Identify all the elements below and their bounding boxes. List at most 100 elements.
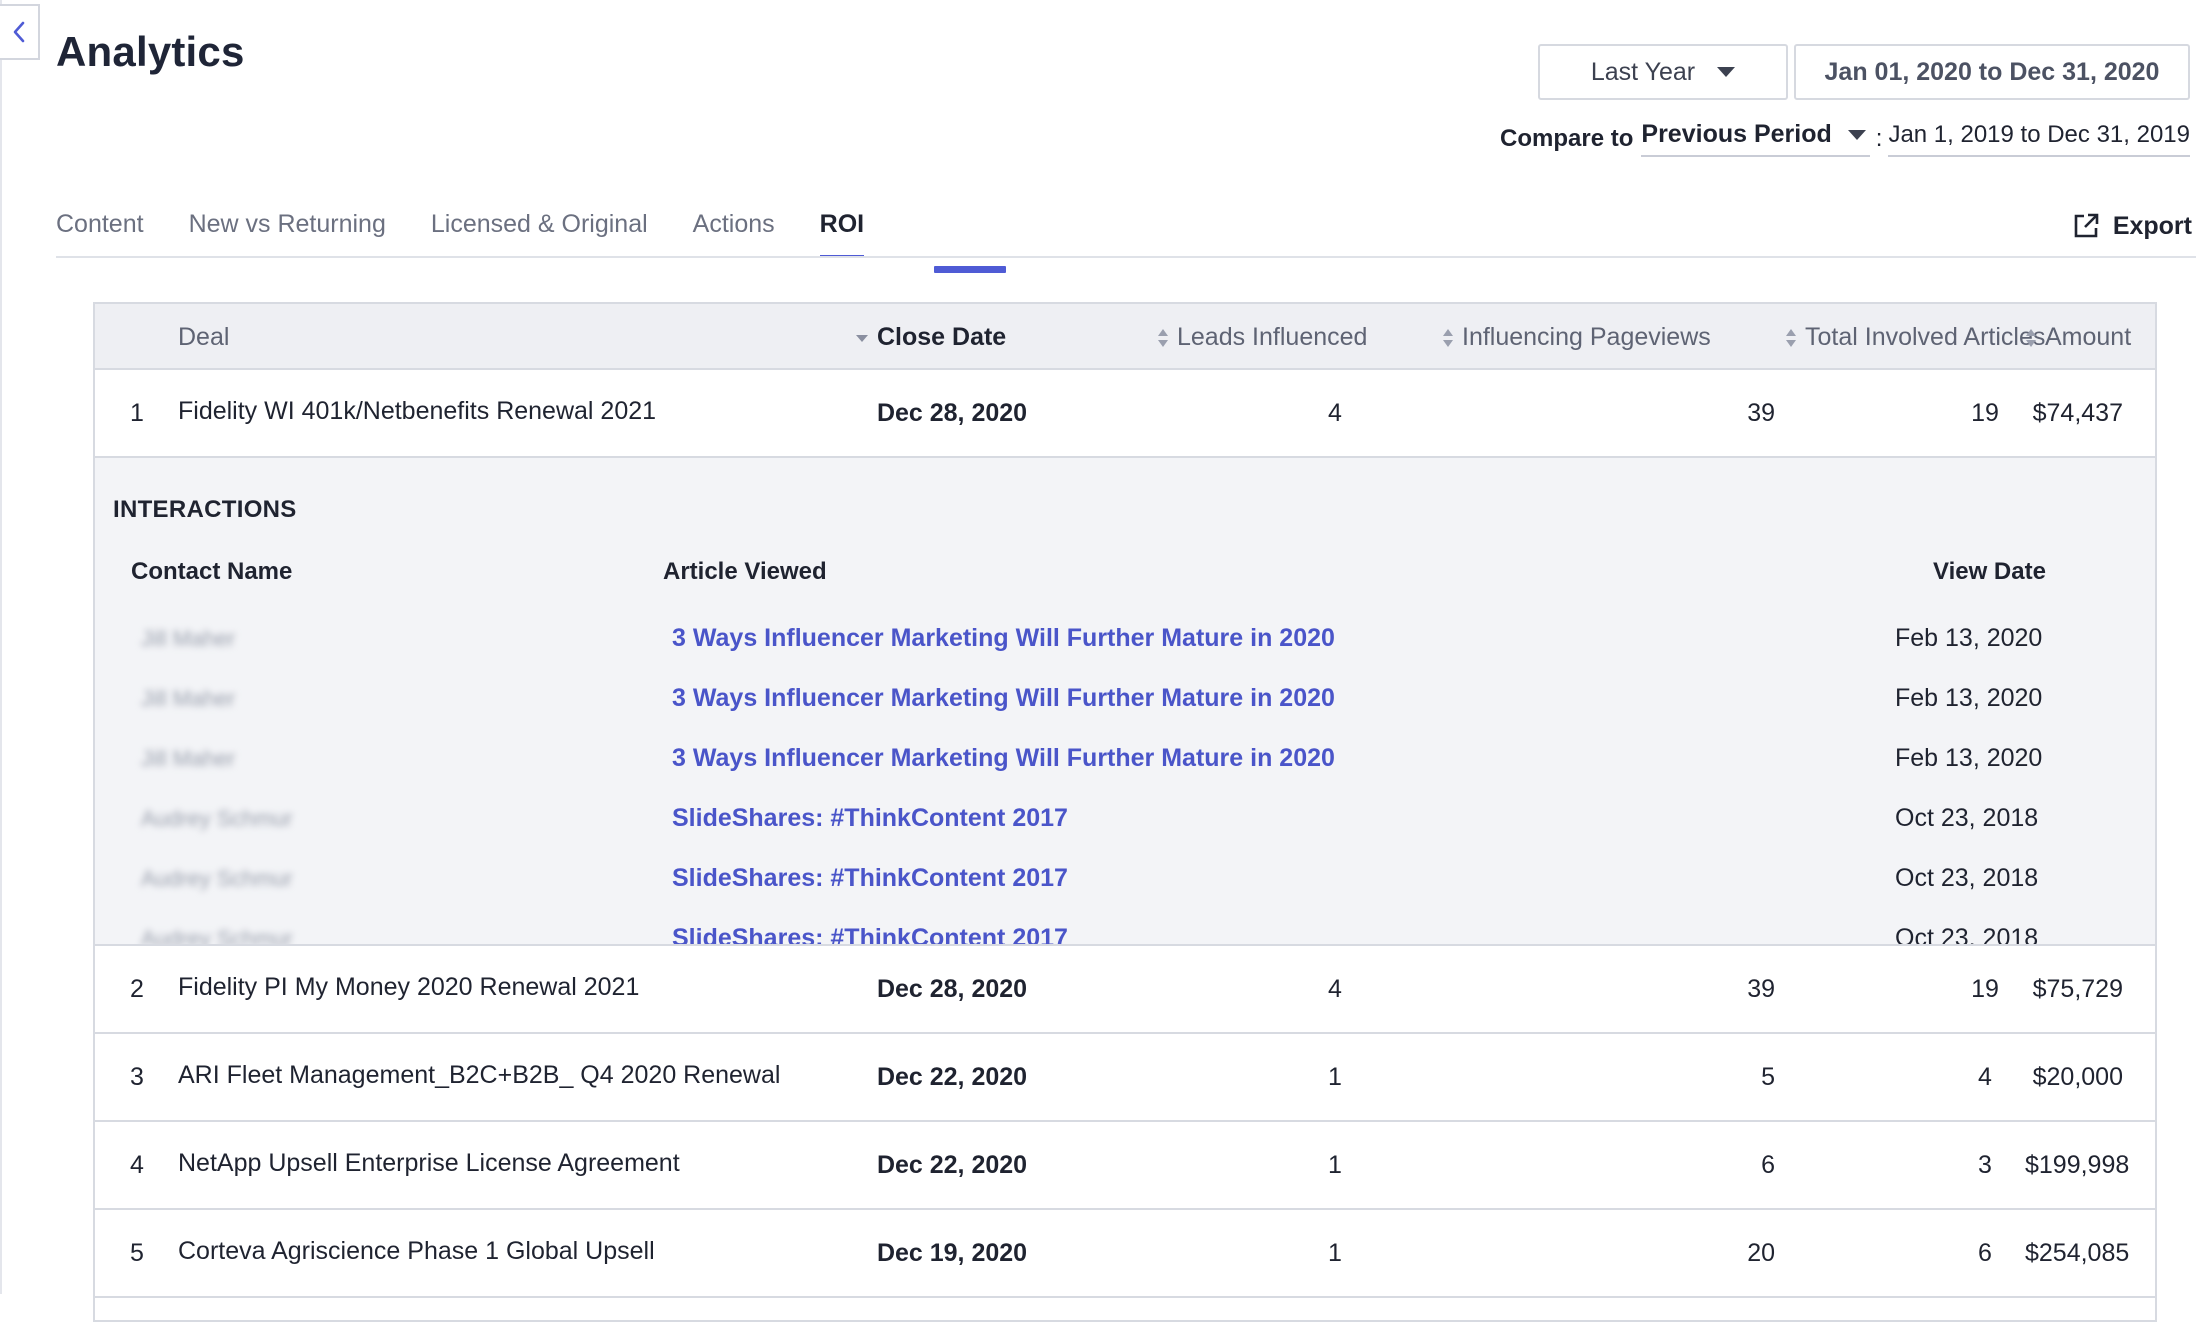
- contact-name: Jill Maher: [141, 686, 236, 711]
- deal-name: Fidelity PI My Money 2020 Renewal 2021: [178, 973, 640, 1001]
- table-row[interactable]: 4 NetApp Upsell Enterprise License Agree…: [95, 1122, 2155, 1210]
- interaction-row: Audrey Schmur SlideShares: #ThinkContent…: [95, 792, 2155, 852]
- view-date: Oct 23, 2018: [1895, 924, 2039, 946]
- total-involved-articles: 3: [1978, 1151, 1992, 1179]
- interactions-header-contact: Contact Name: [131, 558, 293, 585]
- tab-actions[interactable]: Actions: [693, 204, 775, 258]
- table-header: Deal Close Date Leads Influenced Influen…: [95, 304, 2155, 370]
- article-link[interactable]: SlideShares: #ThinkContent 2017: [672, 804, 1068, 833]
- total-involved-articles: 6: [1978, 1239, 1992, 1267]
- article-link[interactable]: 3 Ways Influencer Marketing Will Further…: [672, 684, 1335, 713]
- row-index: 4: [130, 1151, 144, 1179]
- export-button[interactable]: Export: [2071, 206, 2192, 246]
- leads-influenced: 4: [1328, 399, 1342, 427]
- tab-licensed-original[interactable]: Licensed & Original: [431, 204, 648, 258]
- influencing-pageviews: 39: [1747, 975, 1775, 1003]
- close-date: Dec 28, 2020: [876, 975, 1028, 1003]
- export-label: Export: [2112, 211, 2192, 240]
- close-date: Dec 22, 2020: [876, 1063, 1028, 1091]
- interactions-panel[interactable]: INTERACTIONS Contact Name Article Viewed…: [95, 458, 2155, 946]
- caret-down-icon: [1847, 129, 1866, 140]
- amount: $20,000: [2032, 1063, 2123, 1091]
- date-range-select[interactable]: Last Year: [1538, 44, 1788, 100]
- compare-period-select[interactable]: Previous Period: [1641, 120, 1870, 157]
- column-header-total-involved-articles[interactable]: Total Involved Articles: [1785, 304, 2045, 370]
- sort-icon: [1158, 329, 1168, 348]
- deal-name: Fidelity WI 401k/Netbenefits Renewal 202…: [178, 397, 657, 425]
- date-range-value: Jan 01, 2020 to Dec 31, 2020: [1824, 57, 2160, 86]
- article-link[interactable]: SlideShares: #ThinkContent 2017: [672, 924, 1068, 944]
- influencing-pageviews: 39: [1747, 399, 1775, 427]
- leads-influenced: 4: [1328, 975, 1342, 1003]
- close-date: Dec 19, 2020: [876, 1239, 1028, 1267]
- sort-icon: [1786, 329, 1796, 348]
- influencing-pageviews: 6: [1761, 1151, 1775, 1179]
- compare-date-range[interactable]: Jan 1, 2019 to Dec 31, 2019: [1888, 121, 2190, 157]
- compare-separator: :: [1875, 124, 1883, 152]
- column-header-close-date-label: Close Date: [877, 323, 1007, 351]
- contact-name: Audrey Schmur: [141, 866, 293, 891]
- deal-name: Corteva Agriscience Phase 1 Global Upsel…: [178, 1237, 655, 1265]
- column-header-leads-influenced[interactable]: Leads Influenced: [1157, 304, 1367, 370]
- interaction-row: Jill Maher 3 Ways Influencer Marketing W…: [95, 672, 2155, 732]
- row-index: 2: [130, 975, 144, 1003]
- table-row[interactable]: 2 Fidelity PI My Money 2020 Renewal 2021…: [95, 946, 2155, 1034]
- leads-influenced: 1: [1328, 1063, 1342, 1091]
- tab-content[interactable]: Content: [56, 204, 144, 258]
- column-header-close-date[interactable]: Close Date: [855, 304, 1006, 370]
- chevron-left-icon: [13, 21, 25, 43]
- interactions-header-view-date: View Date: [1933, 558, 2046, 585]
- article-link[interactable]: 3 Ways Influencer Marketing Will Further…: [672, 624, 1335, 653]
- date-range-select-label: Last Year: [1590, 57, 1696, 86]
- horizontal-scroll-indicator[interactable]: [934, 266, 1006, 273]
- sort-desc-icon: [856, 335, 868, 343]
- contact-name: Jill Maher: [141, 746, 236, 771]
- column-header-amount-label: Amount: [2045, 323, 2132, 351]
- sort-icon: [1443, 329, 1453, 348]
- article-link[interactable]: SlideShares: #ThinkContent 2017: [672, 864, 1068, 893]
- view-date: Oct 23, 2018: [1895, 804, 2039, 832]
- contact-name: Jill Maher: [141, 626, 236, 651]
- column-header-influencing-pageviews[interactable]: Influencing Pageviews: [1442, 304, 1711, 370]
- article-link[interactable]: 3 Ways Influencer Marketing Will Further…: [672, 744, 1335, 773]
- compare-label: Compare to: [1500, 124, 1634, 152]
- row-index: 1: [130, 399, 144, 427]
- interaction-row: Audrey Schmur SlideShares: #ThinkContent…: [95, 852, 2155, 912]
- amount: $74,437: [2032, 399, 2123, 427]
- back-button[interactable]: [0, 4, 40, 60]
- amount: $199,998: [2025, 1151, 2130, 1179]
- leads-influenced: 1: [1328, 1151, 1342, 1179]
- interaction-row: Jill Maher 3 Ways Influencer Marketing W…: [95, 732, 2155, 792]
- influencing-pageviews: 5: [1761, 1063, 1775, 1091]
- interaction-row: Audrey Schmur SlideShares: #ThinkContent…: [95, 912, 2155, 946]
- compare-period-label: Previous Period: [1641, 120, 1832, 148]
- column-header-deal[interactable]: Deal: [178, 304, 229, 370]
- view-date: Oct 23, 2018: [1895, 864, 2039, 892]
- date-range-picker[interactable]: Jan 01, 2020 to Dec 31, 2020: [1794, 44, 2190, 100]
- total-involved-articles: 19: [1971, 975, 1999, 1003]
- interactions-title: INTERACTIONS: [113, 496, 297, 523]
- table-row[interactable]: 5 Corteva Agriscience Phase 1 Global Ups…: [95, 1210, 2155, 1298]
- tabs-divider: [56, 256, 2196, 258]
- caret-down-icon: [1717, 67, 1736, 77]
- tab-roi[interactable]: ROI: [819, 204, 865, 258]
- view-date: Feb 13, 2020: [1895, 624, 2043, 652]
- close-date: Dec 28, 2020: [876, 399, 1028, 427]
- deal-name: NetApp Upsell Enterprise License Agreeme…: [178, 1149, 680, 1177]
- total-involved-articles: 4: [1978, 1063, 1992, 1091]
- column-header-articles-label: Total Involved Articles: [1805, 323, 2046, 351]
- tab-new-vs-returning[interactable]: New vs Returning: [189, 204, 386, 258]
- influencing-pageviews: 20: [1747, 1239, 1775, 1267]
- table-row[interactable]: 1 Fidelity WI 401k/Netbenefits Renewal 2…: [95, 370, 2155, 458]
- contact-name: Audrey Schmur: [141, 926, 293, 946]
- view-date: Feb 13, 2020: [1895, 684, 2043, 712]
- left-border: [0, 0, 2, 1294]
- column-header-amount[interactable]: Amount: [2025, 304, 2131, 370]
- sort-icon: [2026, 329, 2036, 348]
- row-index: 5: [130, 1239, 144, 1267]
- deal-name: ARI Fleet Management_B2C+B2B_ Q4 2020 Re…: [178, 1061, 781, 1089]
- interaction-row: Jill Maher 3 Ways Influencer Marketing W…: [95, 612, 2155, 672]
- page-title: Analytics: [56, 28, 245, 75]
- close-date: Dec 22, 2020: [876, 1151, 1028, 1179]
- table-row[interactable]: 3 ARI Fleet Management_B2C+B2B_ Q4 2020 …: [95, 1034, 2155, 1122]
